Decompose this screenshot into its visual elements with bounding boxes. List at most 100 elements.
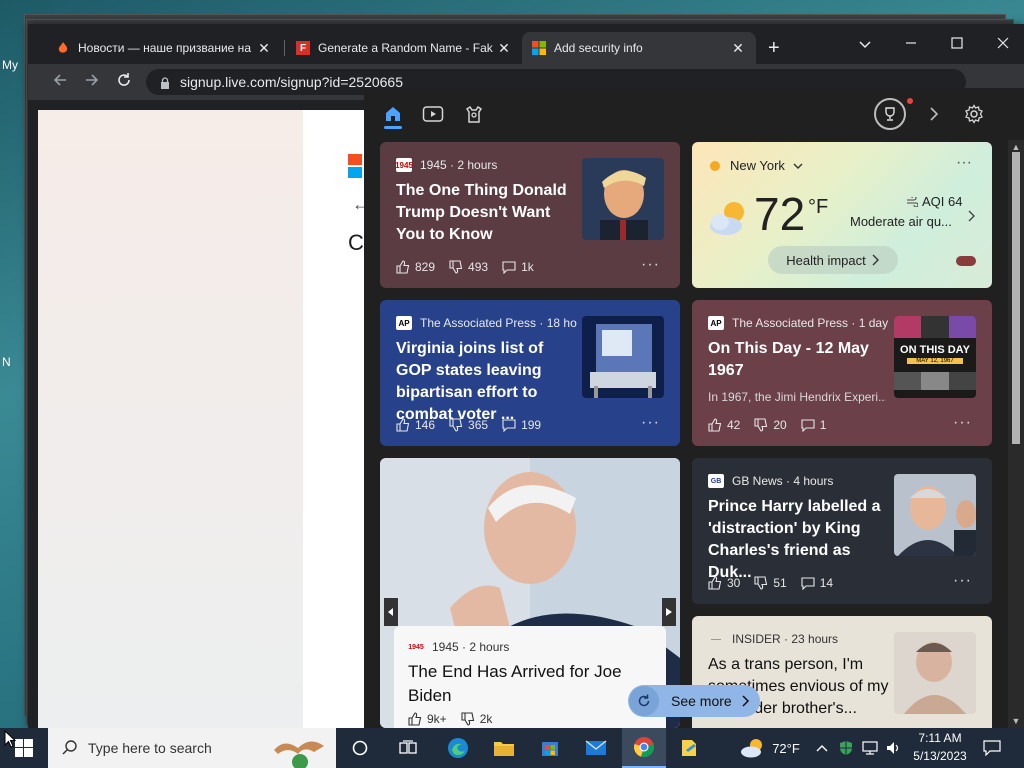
news-source: AP The Associated Press · 18 ho (396, 316, 590, 330)
like-button[interactable]: 146 (396, 418, 435, 432)
source-insider-icon: — (711, 633, 721, 645)
microsoft-store-icon[interactable] (530, 728, 570, 768)
partly-cloudy-icon (710, 202, 744, 235)
reload-button[interactable] (112, 72, 136, 92)
dislike-button[interactable]: 493 (449, 260, 488, 274)
comment-button[interactable]: 199 (502, 418, 541, 432)
chrome-taskbar-icon[interactable] (622, 728, 666, 768)
weather-card[interactable]: New York ··· 72 °F AQI 64 Moderate air q… (692, 142, 992, 288)
widgets-scrollbar[interactable]: ▲ ▼ (1008, 140, 1024, 728)
weather-location[interactable]: New York (708, 158, 803, 173)
lock-icon[interactable] (160, 77, 170, 89)
games-icon[interactable] (462, 102, 486, 126)
settings-gear-icon[interactable] (962, 102, 986, 126)
news-thumbnail-trump (582, 158, 664, 240)
map-blob-icon (956, 256, 976, 266)
more-options-icon[interactable]: ··· (641, 256, 660, 274)
dislike-button[interactable]: 2k (461, 712, 492, 726)
home-icon[interactable] (381, 102, 405, 126)
news-card[interactable]: AP The Associated Press · 1 day On This … (692, 300, 992, 446)
aqi-value: AQI 64 (906, 194, 962, 209)
clock-date[interactable]: 5/13/2023 (908, 749, 972, 763)
search-placeholder: Type here to search (88, 740, 212, 756)
dislike-button[interactable]: 20 (754, 418, 787, 432)
notepad-folder-icon[interactable] (670, 728, 710, 768)
sun-icon (710, 160, 720, 171)
like-button[interactable]: 42 (708, 418, 740, 432)
task-view-icon[interactable] (390, 728, 426, 768)
chevron-right-icon[interactable] (922, 102, 946, 126)
news-headline[interactable]: Prince Harry labelled a 'distraction' by… (708, 496, 892, 584)
minimize-button[interactable] (896, 36, 926, 52)
like-count: 42 (727, 418, 741, 432)
rewards-trophy-icon[interactable] (874, 98, 906, 130)
tab-title: Add security info (554, 41, 643, 55)
taskbar-search-box[interactable]: Type here to search (48, 728, 336, 768)
like-button[interactable]: 9k+ (408, 712, 447, 726)
chevron-right-icon[interactable] (968, 210, 976, 222)
tab-add-security-info[interactable]: Add security info ✕ (522, 32, 756, 64)
news-headline[interactable]: The End Has Arrived for Joe Biden (408, 660, 648, 708)
desktop-icon-label[interactable]: N (2, 355, 11, 369)
scroll-down-icon[interactable]: ▼ (1008, 716, 1024, 726)
more-options-icon[interactable]: ··· (953, 572, 972, 590)
news-headline[interactable]: The One Thing Donald Trump Doesn't Want … (396, 180, 582, 246)
news-headline[interactable]: On This Day - 12 May 1967 (708, 338, 884, 382)
microsoft-icon (532, 41, 546, 55)
health-impact-button[interactable]: Health impact (768, 246, 898, 274)
like-count: 829 (415, 260, 436, 274)
comment-button[interactable]: 14 (801, 576, 833, 590)
comment-count: 199 (521, 418, 542, 432)
source-line: GB News · 4 hours (732, 474, 834, 488)
carousel-next-button[interactable] (662, 598, 676, 626)
close-icon[interactable]: ✕ (496, 40, 512, 57)
news-headline[interactable]: Virginia joins list of GOP states leavin… (396, 338, 582, 426)
featured-card-info: 1945 1945 · 2 hours The End Has Arrived … (394, 626, 666, 728)
news-card[interactable]: 1945 1945 · 2 hours The One Thing Donald… (380, 142, 680, 288)
dislike-button[interactable]: 51 (754, 576, 787, 590)
more-options-icon[interactable]: ··· (953, 414, 972, 432)
clock-time[interactable]: 7:11 AM (908, 731, 972, 745)
edge-icon[interactable] (438, 728, 478, 768)
like-button[interactable]: 829 (396, 260, 435, 274)
maximize-button[interactable] (942, 36, 972, 52)
comment-button[interactable]: 1 (801, 418, 826, 432)
more-options-icon[interactable]: ··· (956, 154, 972, 172)
scroll-up-icon[interactable]: ▲ (1008, 142, 1024, 152)
cortana-icon[interactable] (342, 728, 378, 768)
carousel-prev-button[interactable] (384, 598, 398, 626)
notifications-icon[interactable] (978, 728, 1006, 768)
tab-search-icon[interactable] (850, 36, 880, 52)
scroll-thumb[interactable] (1012, 152, 1020, 444)
volume-icon[interactable] (884, 728, 904, 768)
taskbar-weather[interactable]: 72°F (736, 728, 804, 768)
aqi-text: AQI 64 (922, 194, 963, 209)
card-stats: 42 20 1 (708, 418, 840, 432)
tab-fake-name[interactable]: F Generate a Random Name - Fak ✕ (286, 32, 522, 64)
comment-button[interactable]: 1k (502, 260, 534, 274)
mail-icon[interactable] (576, 728, 616, 768)
file-explorer-icon[interactable] (484, 728, 524, 768)
news-card[interactable]: GB GB News · 4 hours Prince Harry labell… (692, 458, 992, 604)
air-quality-text: Moderate air qu... (850, 214, 952, 229)
security-shield-icon[interactable] (836, 728, 856, 768)
tab-news[interactable]: Новости — наше призвание на ✕ (46, 32, 282, 64)
like-button[interactable]: 30 (708, 576, 740, 590)
fakename-icon: F (296, 41, 310, 55)
close-icon[interactable]: ✕ (730, 40, 746, 57)
chevron-up-icon[interactable] (812, 728, 832, 768)
dislike-button[interactable]: 365 (449, 418, 488, 432)
card-stats: 9k+ 2k (408, 712, 506, 726)
desktop-icon-label[interactable]: My (2, 58, 18, 72)
more-options-icon[interactable]: ··· (641, 414, 660, 432)
news-card[interactable]: AP The Associated Press · 18 ho Virginia… (380, 300, 680, 446)
video-icon[interactable] (421, 102, 445, 126)
network-icon[interactable] (860, 728, 880, 768)
back-button[interactable] (48, 72, 72, 92)
close-window-button[interactable] (988, 36, 1018, 52)
see-more-button[interactable]: See more (628, 685, 760, 717)
forward-button[interactable] (80, 72, 104, 92)
new-tab-button[interactable]: + (768, 38, 780, 58)
widgets-panel: 1945 1945 · 2 hours The One Thing Donald… (364, 88, 1024, 728)
close-icon[interactable]: ✕ (256, 40, 272, 57)
